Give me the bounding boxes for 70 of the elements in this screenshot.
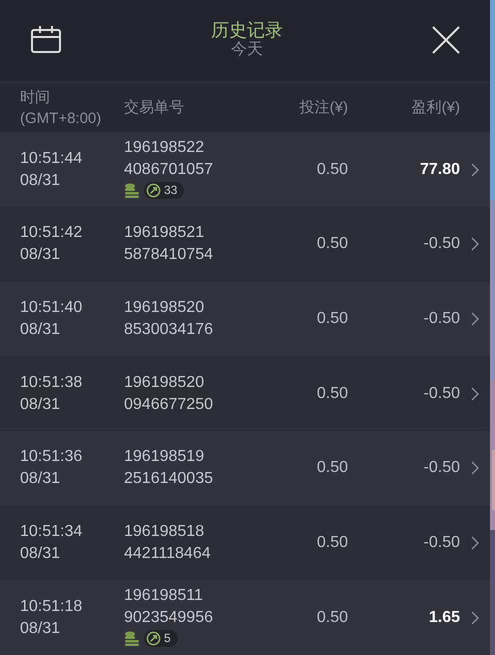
stake-amount: 0.50 <box>316 534 348 552</box>
profit-amount: -0.50 <box>422 534 460 552</box>
stake-amount: 0.50 <box>316 384 348 403</box>
order-number: 2516140035 <box>124 469 214 490</box>
history-row[interactable]: 10:51:34 08/31 196198518 4421118464 0.50 -0.50 <box>0 506 490 580</box>
order-number: 4086701057 <box>124 160 214 180</box>
column-header: 交易单号 <box>124 98 185 118</box>
order-number: 196198520 <box>124 372 206 393</box>
chevron-right-icon[interactable] <box>471 610 479 625</box>
time-text: 10:51:18 <box>20 596 84 617</box>
profit-amount: -0.50 <box>422 459 460 478</box>
order-number: 196198520 <box>124 298 206 318</box>
history-row[interactable]: 10:51:40 08/31 196198520 8530034176 0.50 -0.50 <box>0 282 490 356</box>
stake-amount: 0.50 <box>316 310 348 328</box>
profit-amount: 77.80 <box>418 160 460 179</box>
order-number: 196198522 <box>124 138 206 158</box>
chevron-right-icon[interactable] <box>471 536 479 550</box>
profit-amount: -0.50 <box>422 235 460 254</box>
order-number: 0946677250 <box>124 394 214 415</box>
date-text: 08/31 <box>20 245 62 266</box>
order-number: 196198511 <box>124 586 204 606</box>
order-number: 4421118464 <box>124 544 212 564</box>
time-text: 10:51:34 <box>20 522 84 542</box>
coins-icon <box>124 182 140 198</box>
chevron-right-icon[interactable] <box>471 386 479 401</box>
stake-amount: 0.50 <box>316 160 348 179</box>
close-icon[interactable] <box>432 26 460 54</box>
time-text: 10:51:38 <box>20 372 84 393</box>
profit-amount: 1.65 <box>428 608 460 627</box>
column-header: 投注(¥) <box>298 98 348 118</box>
chevron-right-icon[interactable] <box>471 461 479 476</box>
order-number: 196198518 <box>124 522 206 542</box>
chevron-right-icon[interactable] <box>471 162 479 177</box>
coins-icon <box>124 630 140 646</box>
time-text: 10:51:44 <box>20 148 84 169</box>
panel-title: 历史记录 <box>211 20 283 40</box>
date-text: 08/31 <box>20 544 62 564</box>
date-text: 08/31 <box>20 618 62 639</box>
time-text: 10:51:36 <box>20 447 84 468</box>
history-row[interactable]: 10:51:44 08/31 196198522 4086701057 33 0.50 77.80 <box>0 132 490 208</box>
panel-subtitle: 今天 <box>231 40 263 60</box>
count-badge: 5 <box>144 630 178 647</box>
date-text: 08/31 <box>20 469 62 490</box>
date-text: 08/31 <box>20 320 62 340</box>
order-number: 196198519 <box>124 447 206 468</box>
stake-amount: 0.50 <box>316 608 348 627</box>
stake-amount: 0.50 <box>316 459 348 478</box>
history-row[interactable]: 10:51:38 08/31 196198520 0946677250 0.50 -0.50 <box>0 356 490 432</box>
date-text: 08/31 <box>20 170 62 191</box>
history-row[interactable]: 10:51:42 08/31 196198521 5878410754 0.50 -0.50 <box>0 207 490 282</box>
time-text: 10:51:40 <box>20 298 84 318</box>
chevron-right-icon[interactable] <box>471 237 479 252</box>
profit-amount: -0.50 <box>422 384 460 403</box>
calendar-icon[interactable] <box>30 25 62 56</box>
profit-amount: -0.50 <box>422 310 460 328</box>
history-row[interactable]: 10:51:18 08/31 196198511 9023549956 5 0.50 1.65 <box>0 580 490 655</box>
order-number: 196198521 <box>124 223 206 244</box>
chevron-right-icon[interactable] <box>471 312 479 326</box>
order-number: 9023549956 <box>124 608 214 628</box>
count-badge: 33 <box>144 182 184 199</box>
column-header: 时间 (GMT+8:00) <box>20 88 102 128</box>
date-text: 08/31 <box>20 394 62 415</box>
arrow-circle-icon <box>146 182 161 198</box>
history-row[interactable]: 10:51:36 08/31 196198519 2516140035 0.50 -0.50 <box>0 431 490 506</box>
arrow-circle-icon <box>146 630 161 646</box>
time-text: 10:51:42 <box>20 223 84 244</box>
stake-amount: 0.50 <box>316 235 348 254</box>
order-number: 8530034176 <box>124 320 214 340</box>
order-number: 5878410754 <box>124 245 214 266</box>
column-header: 盈利(¥) <box>410 98 460 118</box>
